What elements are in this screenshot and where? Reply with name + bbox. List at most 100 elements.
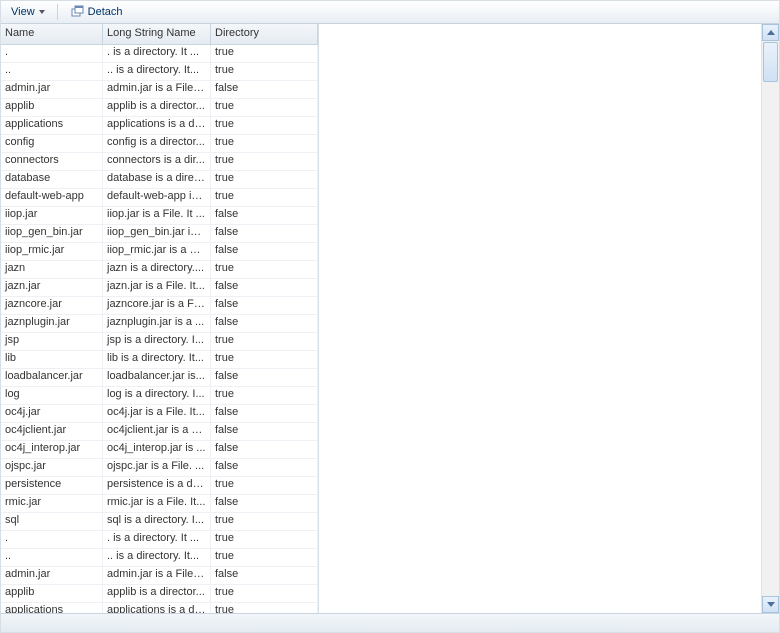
cell-name: ..: [1, 63, 103, 80]
cell-name: database: [1, 171, 103, 188]
table-body: .. is a directory. It ...true.... is a d…: [1, 45, 318, 613]
cell-directory: true: [211, 117, 318, 134]
table-row[interactable]: jaznplugin.jarjaznplugin.jar is a ...fal…: [1, 315, 318, 333]
table-row[interactable]: sqlsql is a directory. I...true: [1, 513, 318, 531]
cell-directory: false: [211, 405, 318, 422]
content-area: Name Long String Name Directory .. is a …: [1, 24, 779, 613]
table-row[interactable]: applicationsapplications is a dir...true: [1, 603, 318, 613]
table-row[interactable]: applibapplib is a director...true: [1, 585, 318, 603]
cell-name: admin.jar: [1, 567, 103, 584]
table-row[interactable]: oc4j_interop.jaroc4j_interop.jar is ...f…: [1, 441, 318, 459]
view-menu-button[interactable]: View: [5, 5, 51, 19]
detail-pane: [319, 24, 779, 613]
cell-name: oc4jclient.jar: [1, 423, 103, 440]
cell-directory: true: [211, 171, 318, 188]
cell-directory: false: [211, 567, 318, 584]
cell-directory: true: [211, 153, 318, 170]
table-row[interactable]: oc4j.jaroc4j.jar is a File. It...false: [1, 405, 318, 423]
cell-directory: false: [211, 495, 318, 512]
vertical-scrollbar[interactable]: [761, 24, 779, 613]
cell-name: jazn.jar: [1, 279, 103, 296]
scroll-down-button[interactable]: [762, 596, 779, 613]
cell-long-string-name: .. is a directory. It...: [103, 549, 211, 566]
table-row[interactable]: .... is a directory. It...true: [1, 63, 318, 81]
cell-directory: false: [211, 441, 318, 458]
cell-long-string-name: log is a directory. I...: [103, 387, 211, 404]
cell-directory: true: [211, 477, 318, 494]
table-row[interactable]: connectorsconnectors is a dir...true: [1, 153, 318, 171]
cell-directory: false: [211, 369, 318, 386]
cell-long-string-name: jazn.jar is a File. It...: [103, 279, 211, 296]
cell-long-string-name: iiop_gen_bin.jar is ...: [103, 225, 211, 242]
table-row[interactable]: oc4jclient.jaroc4jclient.jar is a F...fa…: [1, 423, 318, 441]
table-row[interactable]: default-web-appdefault-web-app is...true: [1, 189, 318, 207]
table-row[interactable]: iiop_gen_bin.jariiop_gen_bin.jar is ...f…: [1, 225, 318, 243]
cell-long-string-name: oc4jclient.jar is a F...: [103, 423, 211, 440]
cell-name: iiop_rmic.jar: [1, 243, 103, 260]
table-row[interactable]: applibapplib is a director...true: [1, 99, 318, 117]
cell-directory: false: [211, 81, 318, 98]
chevron-down-icon: [39, 10, 45, 14]
cell-directory: false: [211, 225, 318, 242]
cell-directory: true: [211, 513, 318, 530]
column-header-name[interactable]: Name: [1, 24, 103, 44]
table-row[interactable]: admin.jaradmin.jar is a File. ...false: [1, 567, 318, 585]
cell-directory: true: [211, 387, 318, 404]
table-row[interactable]: loadbalancer.jarloadbalancer.jar is...fa…: [1, 369, 318, 387]
detach-label: Detach: [88, 6, 123, 18]
cell-long-string-name: rmic.jar is a File. It...: [103, 495, 211, 512]
table-row[interactable]: applicationsapplications is a dir...true: [1, 117, 318, 135]
cell-name: applications: [1, 117, 103, 134]
cell-directory: false: [211, 459, 318, 476]
cell-directory: false: [211, 297, 318, 314]
table-row[interactable]: iiop.jariiop.jar is a File. It ...false: [1, 207, 318, 225]
table-row[interactable]: liblib is a directory. It...true: [1, 351, 318, 369]
column-header-directory[interactable]: Directory: [211, 24, 318, 44]
cell-long-string-name: admin.jar is a File. ...: [103, 81, 211, 98]
table-row[interactable]: databasedatabase is a direc...true: [1, 171, 318, 189]
scroll-up-button[interactable]: [762, 24, 779, 41]
cell-directory: true: [211, 99, 318, 116]
cell-name: ..: [1, 549, 103, 566]
cell-name: iiop_gen_bin.jar: [1, 225, 103, 242]
cell-long-string-name: applications is a dir...: [103, 117, 211, 134]
table-row[interactable]: persistencepersistence is a dir...true: [1, 477, 318, 495]
cell-long-string-name: database is a direc...: [103, 171, 211, 188]
cell-long-string-name: . is a directory. It ...: [103, 45, 211, 62]
scroll-thumb[interactable]: [763, 42, 778, 82]
table-row[interactable]: configconfig is a director...true: [1, 135, 318, 153]
table-row[interactable]: rmic.jarrmic.jar is a File. It...false: [1, 495, 318, 513]
table-row[interactable]: jazn.jarjazn.jar is a File. It...false: [1, 279, 318, 297]
cell-directory: false: [211, 243, 318, 260]
cell-long-string-name: jaznplugin.jar is a ...: [103, 315, 211, 332]
cell-name: .: [1, 45, 103, 62]
cell-name: jaznplugin.jar: [1, 315, 103, 332]
column-header-long-string-name[interactable]: Long String Name: [103, 24, 211, 44]
toolbar-divider: [57, 4, 58, 20]
detach-button[interactable]: Detach: [64, 4, 129, 20]
cell-long-string-name: persistence is a dir...: [103, 477, 211, 494]
cell-directory: true: [211, 45, 318, 62]
table-row[interactable]: jazncore.jarjazncore.jar is a Fil...fals…: [1, 297, 318, 315]
table-row[interactable]: admin.jaradmin.jar is a File. ...false: [1, 81, 318, 99]
table-row[interactable]: iiop_rmic.jariiop_rmic.jar is a Fil...fa…: [1, 243, 318, 261]
cell-name: iiop.jar: [1, 207, 103, 224]
cell-name: admin.jar: [1, 81, 103, 98]
cell-long-string-name: ojspc.jar is a File. ...: [103, 459, 211, 476]
cell-name: persistence: [1, 477, 103, 494]
table-row[interactable]: jaznjazn is a directory....true: [1, 261, 318, 279]
table-row[interactable]: jspjsp is a directory. I...true: [1, 333, 318, 351]
table-row[interactable]: ojspc.jarojspc.jar is a File. ...false: [1, 459, 318, 477]
table-row[interactable]: .... is a directory. It...true: [1, 549, 318, 567]
window: View Detach Name Long String Name Direct…: [0, 0, 780, 633]
cell-long-string-name: sql is a directory. I...: [103, 513, 211, 530]
table-row[interactable]: loglog is a directory. I...true: [1, 387, 318, 405]
data-table: Name Long String Name Directory .. is a …: [1, 24, 319, 613]
table-row[interactable]: .. is a directory. It ...true: [1, 45, 318, 63]
cell-long-string-name: default-web-app is...: [103, 189, 211, 206]
cell-name: jazn: [1, 261, 103, 278]
table-row[interactable]: .. is a directory. It ...true: [1, 531, 318, 549]
cell-name: config: [1, 135, 103, 152]
detach-icon: [70, 5, 84, 19]
cell-name: jsp: [1, 333, 103, 350]
